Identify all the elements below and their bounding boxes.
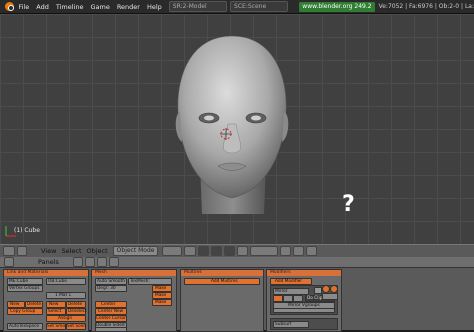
object-name-field[interactable]: OB:Cube (46, 278, 86, 285)
scene-context-icon[interactable] (108, 257, 119, 267)
panel-title: Multires (181, 270, 263, 276)
menu-view[interactable]: View (41, 247, 56, 255)
buttons-window: Panels Link and Materials ME:Cube OB:Cub… (0, 257, 474, 332)
new-group-button[interactable]: New (7, 301, 25, 308)
annotation-question-mark: ? (342, 192, 355, 217)
left-eye (204, 115, 214, 121)
menu-object[interactable]: Object (87, 247, 108, 255)
object-context-icon[interactable] (84, 257, 95, 267)
material-new-button[interactable]: New (46, 301, 66, 308)
scene-stats: Ve:7052 | Fa:6976 | Ob:2-0 | La: (378, 3, 474, 10)
merge-limit-field[interactable] (273, 308, 335, 313)
modifier-move-buttons[interactable] (322, 293, 338, 300)
scene-selector[interactable]: SCE:Scene (230, 1, 289, 12)
info-header: File Add Timeline Game Render Help SR:2-… (0, 0, 474, 14)
material-index-field[interactable]: 1 Mat 1 (46, 292, 86, 299)
blender-url-link[interactable]: www.blender.org 249.2 (299, 1, 375, 12)
autotexspace-toggle[interactable]: AutoTexSpace (7, 323, 43, 330)
deselect-button[interactable]: Deselect (66, 308, 87, 315)
subsurf-modifier-box: Subsurf (270, 318, 338, 330)
viewport-scene (175, 35, 289, 214)
3d-viewport[interactable]: (1) Cube ? (0, 14, 474, 244)
select-button[interactable]: Select (46, 308, 66, 315)
copy-group-button[interactable]: Copy Group (7, 308, 43, 315)
menu-game[interactable]: Game (90, 3, 109, 11)
head-mesh (177, 35, 287, 199)
menu-timeline[interactable]: Timeline (56, 3, 84, 11)
mirror-z-toggle[interactable] (293, 295, 303, 302)
scene-name: SCE:Scene (234, 3, 267, 10)
pivot-button[interactable] (184, 246, 197, 256)
uv-texture-make-button[interactable]: Make (152, 292, 172, 299)
modifiers-panel: Modifiers Add Modifier Mirror Do Clippin… (266, 269, 342, 332)
layer-buttons[interactable] (250, 246, 279, 256)
link-materials-panel: Link and Materials ME:Cube OB:Cube Verte… (3, 269, 89, 332)
center-button[interactable]: Center (95, 301, 127, 308)
add-multires-button[interactable]: Add Multires (184, 278, 260, 285)
buttons-editor-type-button[interactable] (4, 257, 14, 267)
right-eye (251, 115, 261, 121)
auto-smooth-toggle[interactable]: Auto Smooth (95, 278, 127, 285)
assign-button[interactable]: Assign (46, 315, 86, 322)
vertex-groups-field: Vertex Groups (7, 285, 43, 292)
sticky-make-button[interactable]: Make (152, 285, 172, 292)
buttons-header: Panels (0, 257, 474, 268)
editor-type-button[interactable] (3, 246, 15, 256)
mesh-data-field[interactable]: ME:Cube (7, 278, 43, 285)
menu-help[interactable]: Help (147, 3, 162, 11)
orientation-button[interactable] (237, 246, 249, 256)
menu-file[interactable]: File (18, 3, 29, 11)
texmesh-field[interactable]: TexMesh: (128, 278, 172, 285)
degr-field[interactable]: Degr: 30 (95, 285, 127, 292)
set-smooth-button[interactable]: Set Smooth (46, 323, 72, 330)
menu-add[interactable]: Add (36, 3, 49, 11)
modifier-realtime-toggle-icon[interactable] (330, 285, 338, 293)
menu-render[interactable]: Render (117, 3, 140, 11)
panels-menu[interactable]: Panels (38, 258, 59, 266)
lock-layer-icon[interactable] (280, 246, 292, 256)
screen-selector[interactable]: SR:2-Model (168, 1, 228, 12)
mode-selector[interactable]: Object Mode (112, 246, 159, 256)
panel-title: Modifiers (267, 270, 341, 276)
center-new-button[interactable]: Center New (95, 308, 127, 315)
material-delete-button[interactable]: Delete (66, 301, 86, 308)
active-object-label: (1) Cube (14, 227, 40, 234)
center-cursor-button[interactable]: Center Cursor (95, 315, 127, 322)
panel-title: Mesh (92, 270, 176, 276)
menu-select[interactable]: Select (61, 247, 81, 255)
delete-group-button[interactable]: Delete (25, 301, 43, 308)
vertex-color-make-button[interactable]: Make (152, 299, 172, 306)
set-solid-button[interactable]: Set Solid (66, 323, 86, 330)
multires-panel: Multires Add Multires (180, 269, 264, 332)
screen-name: SR:2-Model (172, 3, 207, 10)
header-collapse-button[interactable] (17, 246, 27, 256)
3d-view-header: View Select Object Object Mode (0, 244, 474, 258)
hand-icon[interactable] (198, 246, 210, 256)
subsurf-modifier-name-field[interactable]: Subsurf (273, 321, 309, 328)
render-icon[interactable] (293, 246, 305, 256)
editing-context-icon[interactable] (96, 257, 107, 267)
modifier-render-toggle-icon[interactable] (322, 285, 330, 293)
mirror-x-toggle[interactable] (273, 295, 283, 302)
blender-logo-icon[interactable] (3, 1, 15, 12)
modifier-expand-icon[interactable] (314, 287, 322, 294)
mesh-panel: Mesh Auto Smooth Degr: 30 TexMesh: Make … (91, 269, 177, 332)
mirror-modifier-name-field[interactable]: Mirror (273, 288, 309, 295)
add-modifier-button[interactable]: Add Modifier (270, 278, 312, 285)
mirror-y-toggle[interactable] (283, 295, 293, 302)
scale-icon[interactable] (224, 246, 236, 256)
draw-type-button[interactable] (162, 246, 183, 256)
rotate-icon[interactable] (211, 246, 223, 256)
camera-icon[interactable] (306, 246, 318, 256)
panel-title: Link and Materials (4, 270, 88, 276)
shading-context-icon[interactable] (72, 257, 83, 267)
